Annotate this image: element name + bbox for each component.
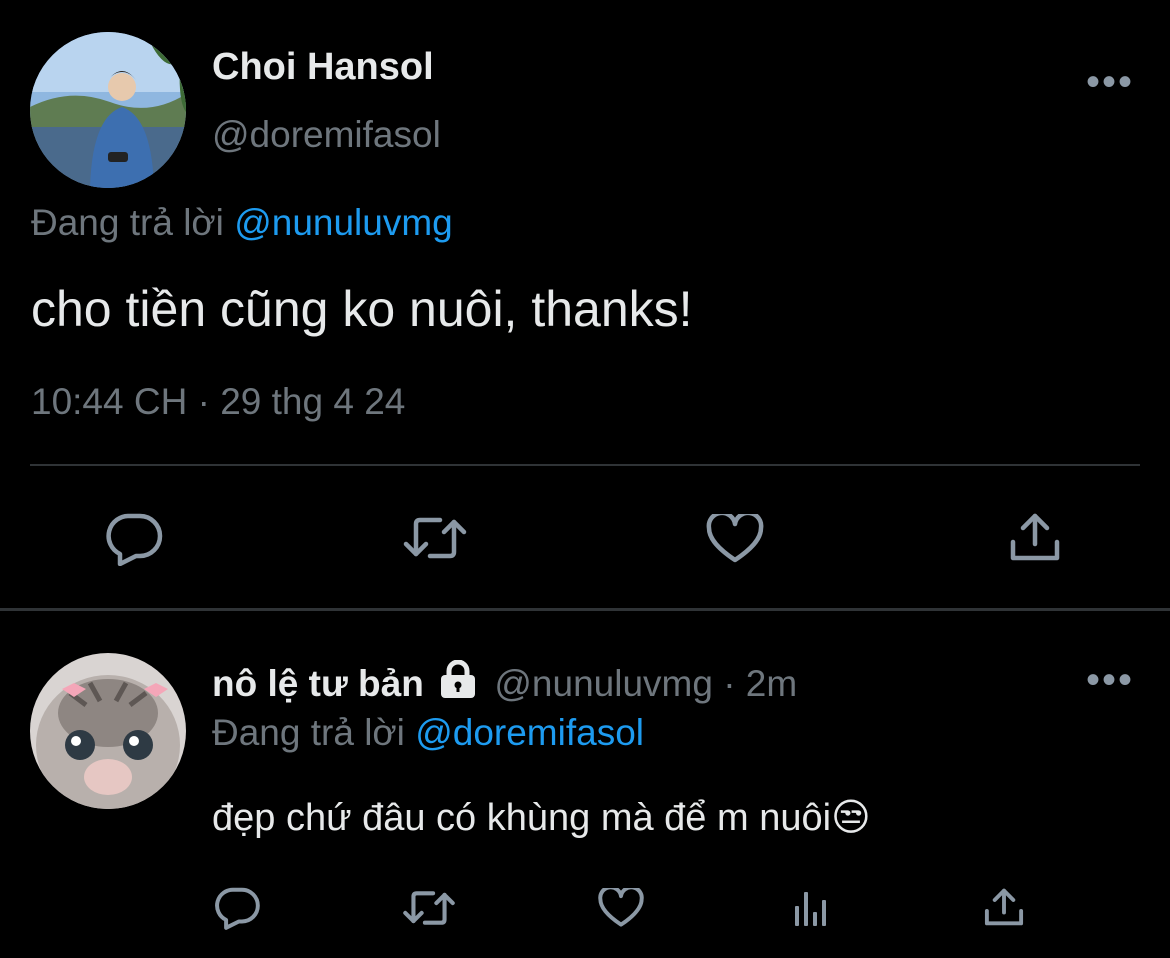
retweet-button[interactable] [402,514,468,562]
handle[interactable]: @doremifasol [212,114,441,156]
tweet-timestamp[interactable]: 10:44 CH · 29 thg 4 24 [31,381,405,423]
tweet-separator [0,608,1170,611]
like-button[interactable] [706,514,764,564]
handle-and-time[interactable]: @nunuluvmg · 2m [494,663,797,704]
tweet-text: cho tiền cũng ko nuôi, thanks! [31,281,693,337]
analytics-icon [795,892,826,926]
share-button[interactable] [983,886,1025,928]
like-icon [598,888,644,927]
more-horizontal-icon: ••• [1086,658,1135,702]
replying-to-label: Đang trả lời [31,202,224,243]
reply-icon [106,513,163,566]
display-name[interactable]: Choi Hansol [212,46,434,89]
like-button[interactable] [598,888,644,928]
more-horizontal-icon: ••• [1086,60,1135,104]
display-name[interactable]: nô lệ tư bản [212,663,424,704]
divider [30,464,1140,466]
replying-to: Đang trả lời @doremifasol [212,712,644,754]
reply-header: nô lệ tư bản @nunuluvmg · 2m [212,659,797,707]
replying-to-label: Đang trả lời [212,712,405,753]
like-icon [706,514,764,563]
unamused-emoji: 😒 [831,797,871,839]
reply-icon [215,887,260,930]
replying-to: Đang trả lời @nunuluvmg [31,202,453,244]
retweet-icon [403,517,467,559]
analytics-button[interactable] [794,890,832,928]
replying-to-handle-link[interactable]: @nunuluvmg [234,202,453,243]
lock-icon [438,659,478,707]
tweet-text: đẹp chứ đâu có khùng mà để m nuôi😒 [212,795,871,840]
more-options-button[interactable]: ••• [1086,660,1134,700]
replying-to-handle-link[interactable]: @doremifasol [415,712,644,753]
share-icon [984,888,1024,926]
reply-text: đẹp chứ đâu có khùng mà để m nuôi [212,797,832,839]
retweet-button[interactable] [402,888,456,928]
avatar-nunuluvmg[interactable] [30,653,186,809]
reply-button[interactable] [106,512,164,566]
reply-button[interactable] [215,886,261,930]
share-icon [1010,513,1060,561]
more-options-button[interactable]: ••• [1086,62,1134,102]
retweet-icon [403,891,455,925]
share-button[interactable] [1008,510,1062,564]
avatar-choi-hansol[interactable] [30,32,186,188]
